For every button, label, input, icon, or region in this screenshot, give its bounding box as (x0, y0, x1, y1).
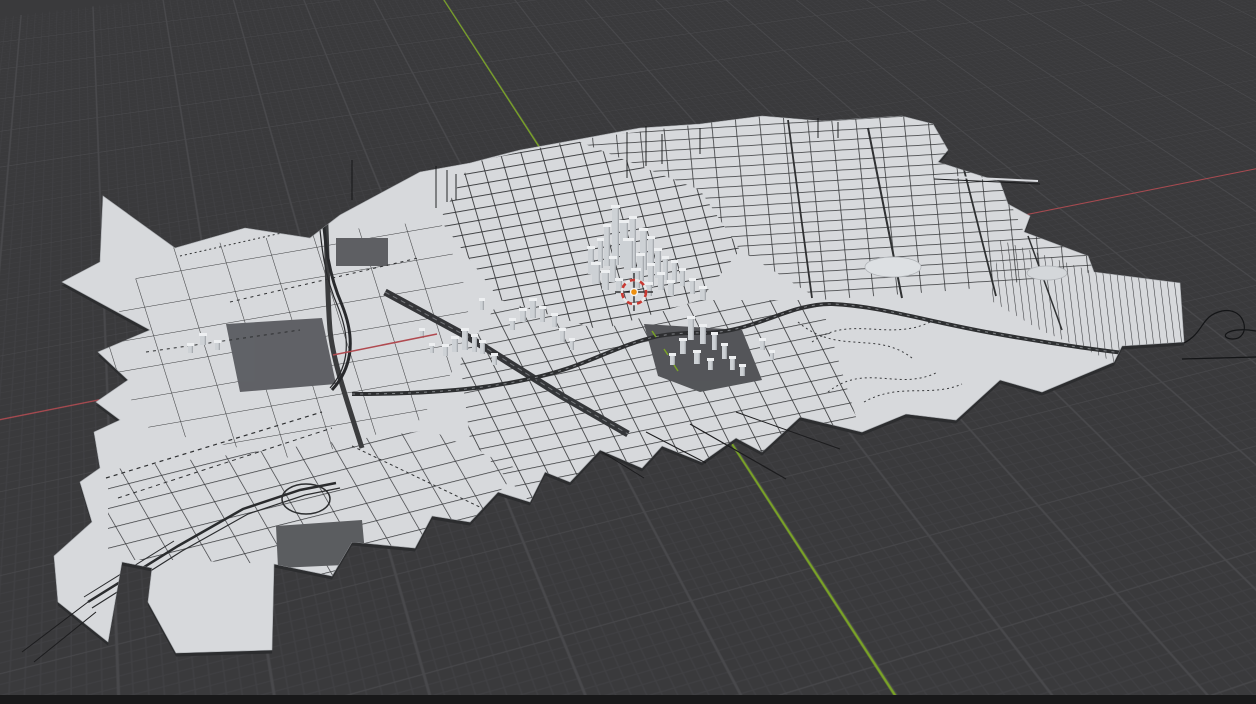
blender-3d-viewport[interactable] (0, 0, 1256, 704)
editor-divider-strip (0, 695, 1256, 704)
3d-cursor[interactable] (0, 0, 1256, 704)
cursor-dot (631, 289, 637, 295)
